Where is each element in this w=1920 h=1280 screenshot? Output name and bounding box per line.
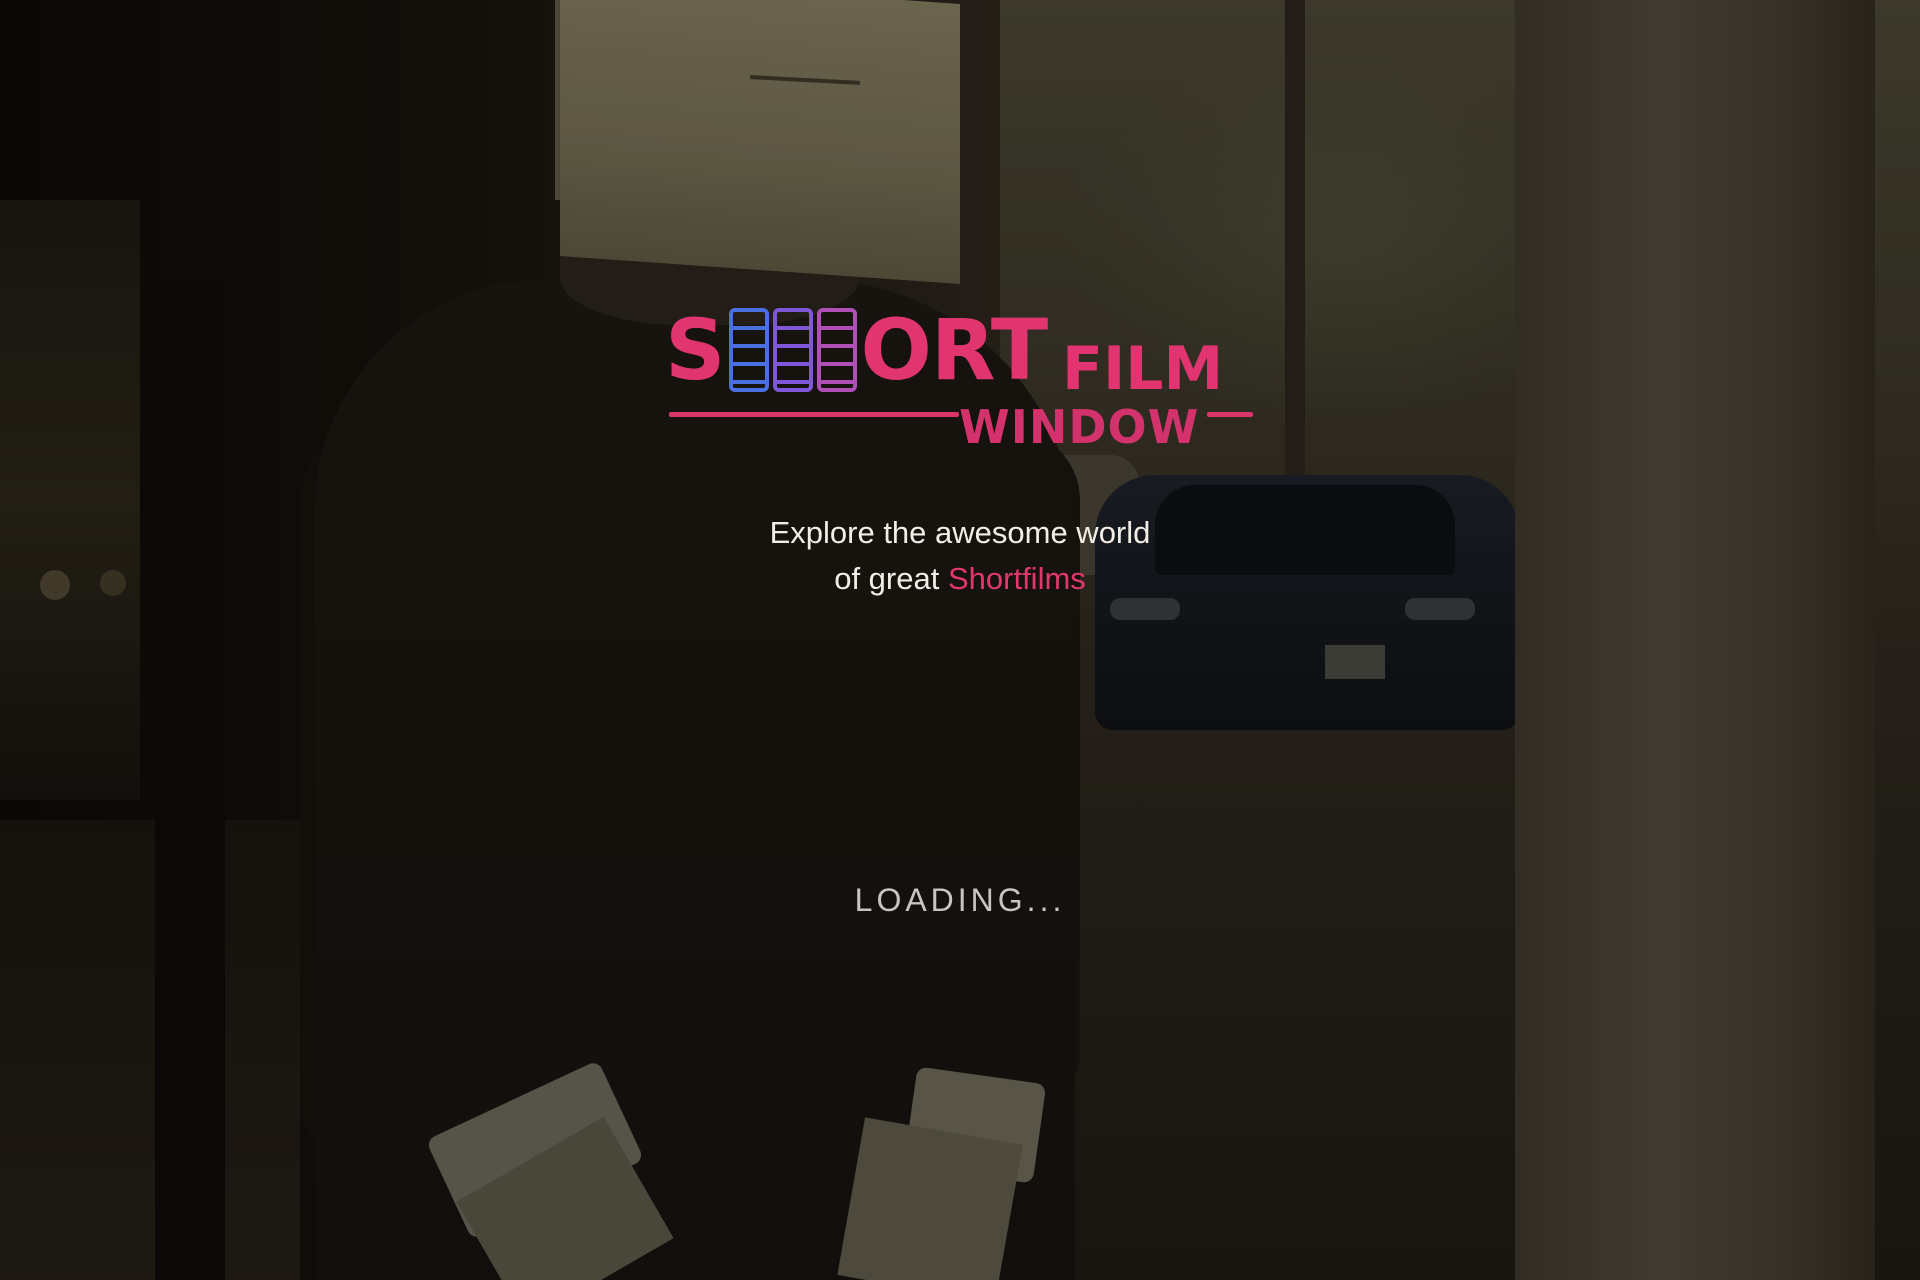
tagline-line-2: of great Shortfilms	[0, 556, 1920, 602]
tagline-line-1: Explore the awesome world	[769, 515, 1151, 550]
logo-letter-s: S	[665, 301, 725, 399]
logo-film-text: FILM	[1062, 334, 1224, 404]
tagline-accent: Shortfilms	[947, 561, 1086, 596]
film-frame-icon	[728, 308, 769, 392]
background-dim-overlay	[0, 0, 1920, 1280]
film-reel-icon	[728, 308, 857, 392]
logo-short-text: S ORT	[665, 300, 1049, 400]
brand-logo: S ORT FILM WINDOW	[665, 300, 1255, 465]
film-frame-icon	[772, 308, 813, 392]
logo-underline-end	[1207, 412, 1253, 417]
loading-status: LOADING...	[854, 882, 1066, 918]
tagline: Explore the awesome world of great Short…	[0, 510, 1920, 602]
logo-underline	[669, 412, 959, 417]
logo-window-text: WINDOW	[959, 400, 1200, 454]
logo-letters-ort: ORT	[860, 301, 1049, 399]
splash-screen: S ORT FILM WINDOW Explore the awesome wo…	[0, 0, 1920, 1280]
film-frame-icon	[816, 308, 857, 392]
tagline-prefix: of great	[834, 561, 948, 596]
